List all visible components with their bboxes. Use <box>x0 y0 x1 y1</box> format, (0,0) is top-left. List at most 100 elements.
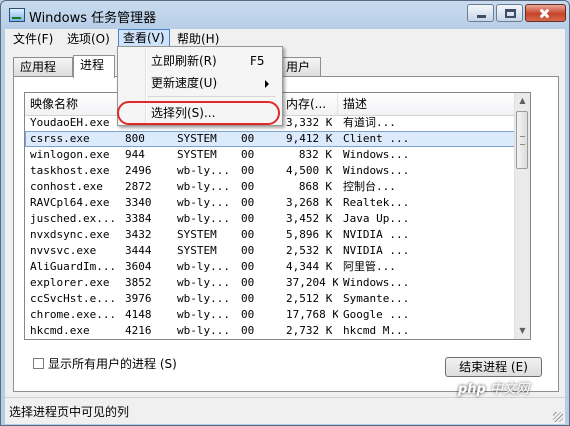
cpu-cell: 00 <box>241 164 255 177</box>
image-name-cell: dwm.exe <box>25 339 120 340</box>
memory-cell: 5,896 K <box>286 228 333 241</box>
process-row[interactable]: hkcmd.exe 4216 wb-ly... 00 2,732 Khkcmd M... <box>25 323 515 339</box>
column-header-memory[interactable]: 内存(... <box>281 93 338 115</box>
menu-options[interactable]: 选项(O) <box>63 30 114 48</box>
description-cell: NVIDIA ... <box>343 228 410 241</box>
description-cell: Windows... <box>343 148 410 161</box>
user-cell: wb-ly... <box>177 292 230 305</box>
process-row[interactable]: jusched.ex... 3384 wb-ly... 00 3,452 K Java U… <box>25 211 515 227</box>
tab-applications[interactable]: 应用程序 <box>13 57 73 93</box>
cpu-cell: 00 <box>241 292 255 305</box>
task-manager-window: Windows 任务管理器 文件(F) 选项(O) 查看(V) 帮助(H) 应用… <box>0 0 570 426</box>
user-cell: wb-ly... <box>177 308 230 321</box>
memory-cell: 4,500 K <box>286 164 333 177</box>
user-cell: wb-ly... <box>177 164 230 177</box>
process-row[interactable]: conhost.exe 2872 wb-ly... 00 868 K 控制台... <box>25 179 515 195</box>
maximize-button[interactable] <box>496 4 523 22</box>
user-cell: SYSTEM <box>177 228 217 241</box>
memory-cell: 2,732 K <box>286 324 333 337</box>
php-watermark: php 中文网 <box>458 382 530 397</box>
image-name-cell: jusched.ex... <box>30 212 117 225</box>
process-row[interactable]: winlogon.exe 944 SYSTEM 00 832 K Windows... <box>25 147 515 163</box>
process-rows: YoudaoEH.exe 3,332 K 有道词... csrss.exe 800 SYS… <box>25 115 515 340</box>
image-name-cell: winlogon.exe <box>30 148 110 161</box>
status-bar: 选择进程页中可见的列 <box>5 397 565 424</box>
title-bar[interactable]: Windows 任务管理器 <box>1 1 569 29</box>
description-cell: 桌面窗... <box>338 339 515 340</box>
process-list[interactable]: 映像名称 内存(... 描述 YoudaoEH.exe 3,332 K 有道词...… <box>24 92 531 340</box>
memory-cell: 832 K <box>298 148 332 161</box>
pid-cell: 800 <box>125 132 145 145</box>
user-cell: wb-ly... <box>177 196 230 209</box>
resize-grip-icon[interactable] <box>553 412 563 422</box>
pid-cell: 3384 <box>125 212 152 225</box>
image-name-cell: csrss.exe <box>30 132 90 145</box>
process-row[interactable]: nvvsvc.exe 3444 SYSTEM 00 2,532 K NVIDIA ... <box>25 243 515 259</box>
pid-cell: 4216 <box>125 324 152 337</box>
memory-cell: 9,412 K <box>286 132 333 145</box>
process-list-scrollbar[interactable]: ▲ ▼ <box>514 93 530 339</box>
image-name-cell: taskhost.exe <box>30 164 110 177</box>
process-row[interactable]: ccSvcHst.e... 3976 wb-ly... 00 2,512 K Symant… <box>25 291 515 307</box>
description-cell: NVIDIA ... <box>343 244 410 257</box>
cpu-cell: 00 <box>241 196 255 209</box>
memory-cell: 3,452 K <box>286 212 333 225</box>
show-all-users-checkbox[interactable] <box>33 358 44 369</box>
scrollbar-thumb[interactable] <box>516 111 528 169</box>
memory-cell: 1,304 K <box>281 339 338 340</box>
image-name-cell: RAVCpl64.exe <box>30 196 110 209</box>
user-cell: wb-ly... <box>177 276 230 289</box>
cpu-cell: 00 <box>236 339 281 340</box>
user-cell: wb-ly... <box>177 212 230 225</box>
memory-cell: 4,344 K <box>286 260 333 273</box>
pid-cell: 3340 <box>125 196 152 209</box>
close-button[interactable] <box>525 4 566 22</box>
image-name-cell: nvvsvc.exe <box>30 244 97 257</box>
process-row[interactable]: RAVCpl64.exe 3340 wb-ly... 00 3,268 K Realtek… <box>25 195 515 211</box>
user-cell: SYSTEM <box>177 244 217 257</box>
process-row[interactable]: explorer.exe 3852 wb-ly... 00 37,204 K Window… <box>25 275 515 291</box>
process-row[interactable]: taskhost.exe 2496 wb-ly... 00 4,500 K Windows… <box>25 163 515 179</box>
memory-cell: 3,268 K <box>286 196 333 209</box>
tab-users[interactable]: 用户 <box>279 57 321 77</box>
user-cell: wb-ly... <box>177 180 230 193</box>
pid-cell: 3976 <box>125 292 152 305</box>
pid-cell: 3432 <box>125 228 152 241</box>
menu-view[interactable]: 查看(V) <box>118 29 170 47</box>
submenu-arrow-icon <box>265 80 269 88</box>
user-cell: SYSTEM <box>177 148 217 161</box>
description-cell: Client ... <box>343 132 410 145</box>
minimize-button[interactable] <box>467 4 494 22</box>
show-all-users-label: 显示所有用户的进程 (S) <box>48 357 177 371</box>
description-cell: Symante... <box>343 292 410 305</box>
cpu-cell: 00 <box>241 324 255 337</box>
menu-item-refresh-now[interactable]: 立即刷新(R) F5 <box>118 50 282 72</box>
image-name-cell: AliGuardIm... <box>30 260 117 273</box>
menu-file[interactable]: 文件(F) <box>9 30 57 48</box>
view-menu-dropdown: 立即刷新(R) F5 更新速度(U) 选择列(S)... <box>117 46 283 126</box>
menu-item-update-speed[interactable]: 更新速度(U) <box>118 72 282 94</box>
memory-cell: 2,532 K <box>286 244 333 257</box>
scroll-up-arrow-icon[interactable]: ▲ <box>515 93 530 109</box>
process-row[interactable]: dwm.exe4240wb-ly...001,304 K桌面窗... <box>25 339 515 340</box>
cpu-cell: 00 <box>241 132 255 145</box>
tab-processes[interactable]: 进程 <box>73 55 115 78</box>
image-name-cell: explorer.exe <box>30 276 110 289</box>
description-cell: Google ... <box>343 308 410 321</box>
cpu-cell: 00 <box>241 228 255 241</box>
cpu-cell: 00 <box>241 276 255 289</box>
pid-cell: 2872 <box>125 180 152 193</box>
menu-item-select-columns[interactable]: 选择列(S)... <box>118 102 282 124</box>
menu-bar: 文件(F) 选项(O) 查看(V) 帮助(H) <box>5 29 565 49</box>
cpu-cell: 00 <box>241 308 255 321</box>
column-header-description[interactable]: 描述 <box>338 93 515 115</box>
description-cell: hkcmd M... <box>343 324 410 337</box>
process-row[interactable]: nvxdsync.exe 3432 SYSTEM 00 5,896 K NVIDIA ..… <box>25 227 515 243</box>
column-header-image-name[interactable]: 映像名称 <box>25 93 120 115</box>
process-row[interactable]: csrss.exe 800 SYSTEM 00 9,412 K Client ... <box>25 131 515 147</box>
end-process-button[interactable]: 结束进程 (E) <box>445 357 542 377</box>
scroll-down-arrow-icon[interactable]: ▼ <box>515 323 530 339</box>
image-name-cell: ccSvcHst.e... <box>30 292 117 305</box>
process-row[interactable]: AliGuardIm... 3604 wb-ly... 00 4,344 K 阿里管... <box>25 259 515 275</box>
process-row[interactable]: chrome.exe... 4148 wb-ly... 00 17,768 K Googl… <box>25 307 515 323</box>
